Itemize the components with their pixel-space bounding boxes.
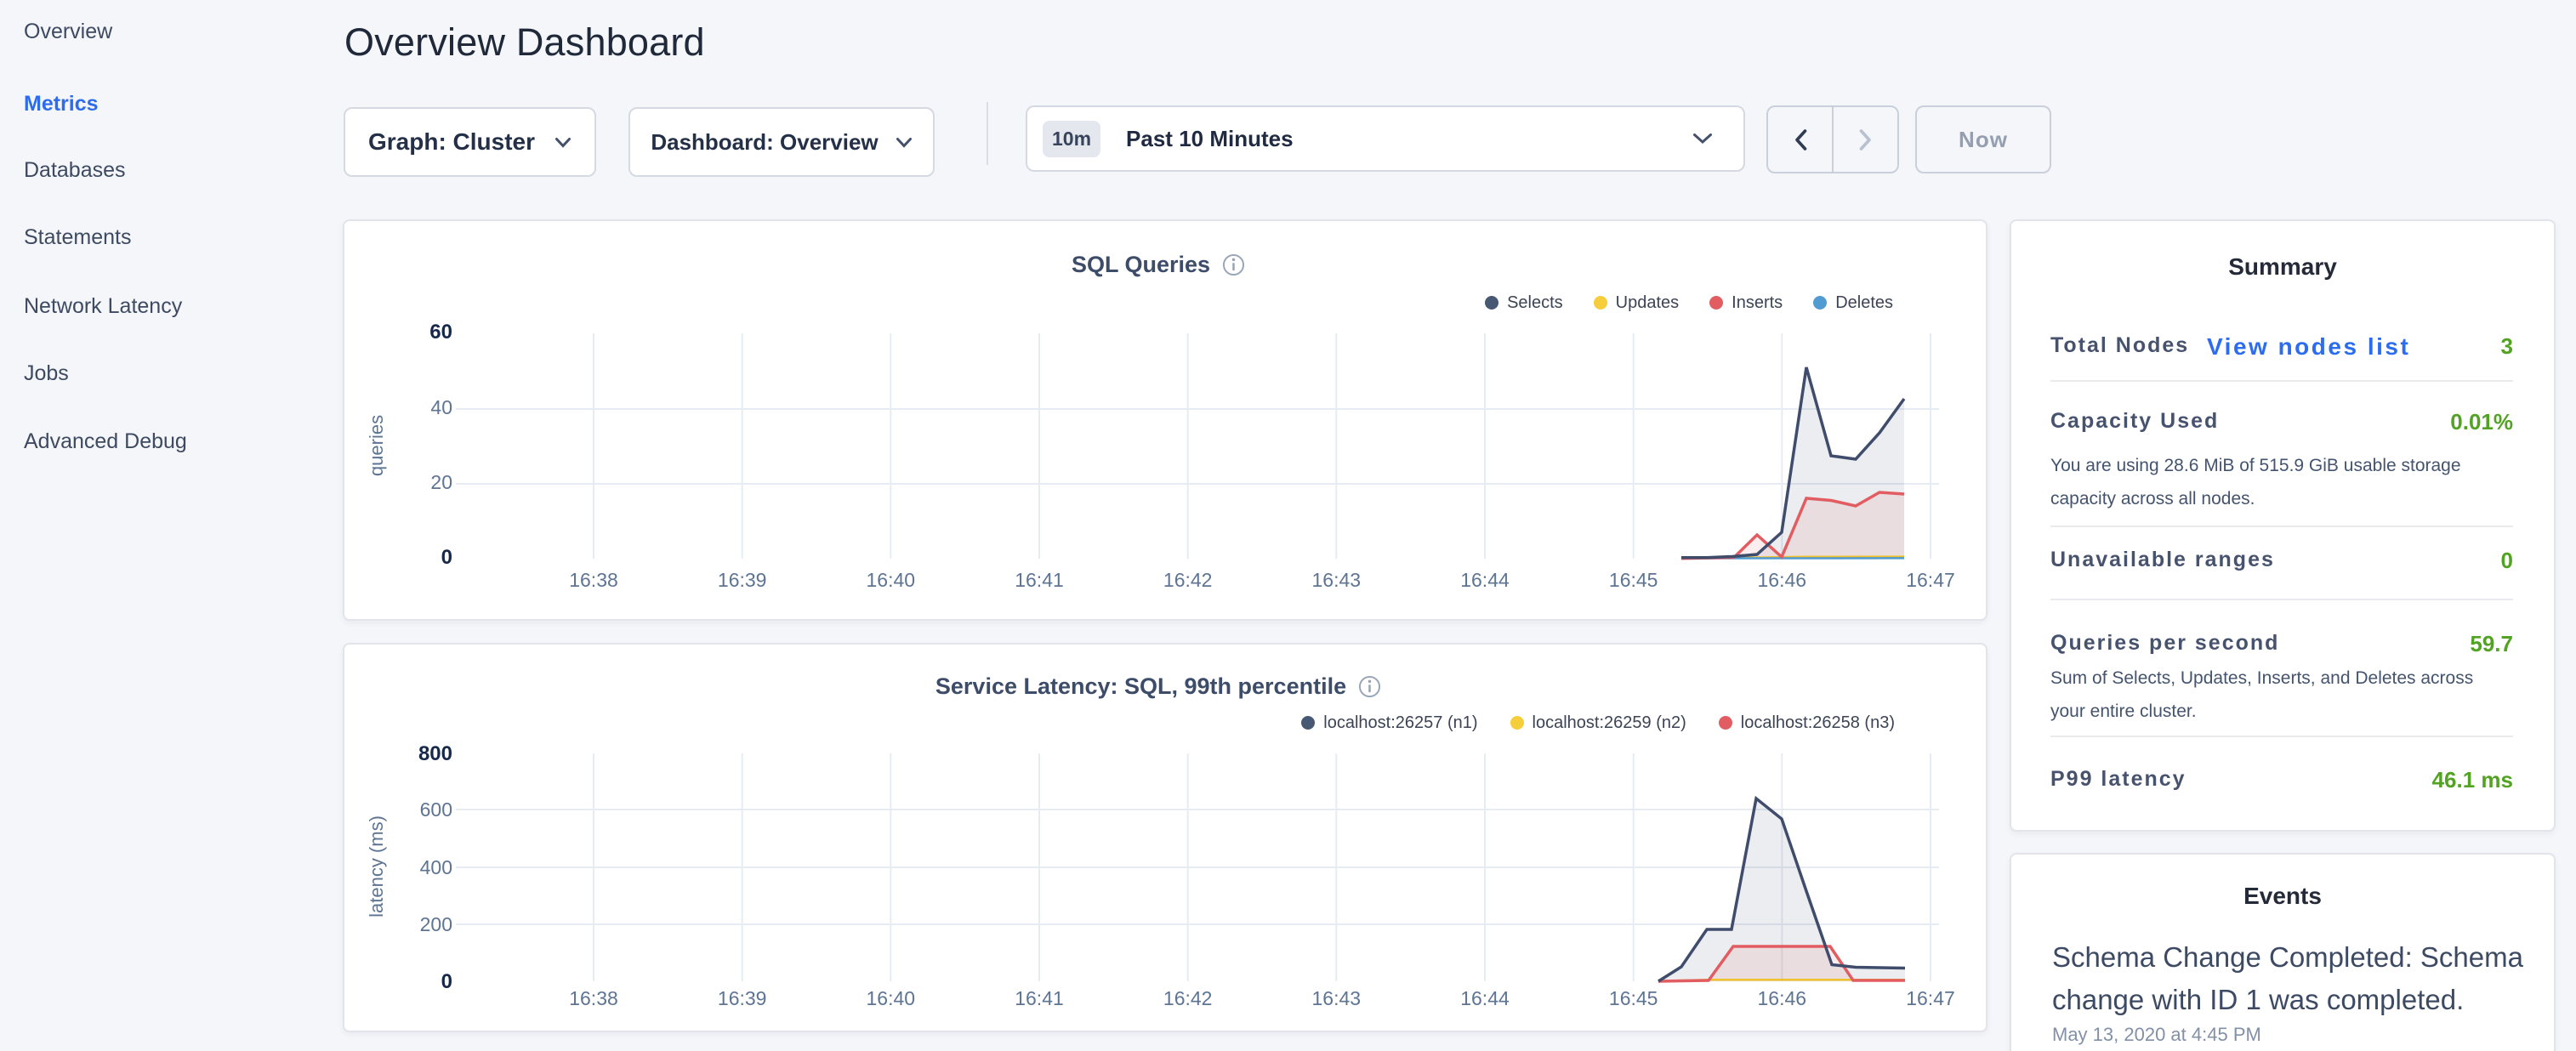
svg-text:16:41: 16:41 bbox=[1015, 987, 1064, 1009]
svg-text:0: 0 bbox=[441, 970, 452, 993]
svg-text:40: 40 bbox=[430, 396, 452, 418]
svg-text:200: 200 bbox=[420, 913, 452, 935]
svg-text:16:46: 16:46 bbox=[1758, 987, 1807, 1009]
svg-text:16:43: 16:43 bbox=[1312, 569, 1362, 591]
svg-text:16:38: 16:38 bbox=[569, 987, 618, 1009]
svg-text:800: 800 bbox=[418, 742, 452, 765]
svg-text:16:40: 16:40 bbox=[867, 987, 916, 1009]
svg-text:16:45: 16:45 bbox=[1609, 987, 1658, 1009]
svg-text:16:38: 16:38 bbox=[569, 569, 618, 591]
svg-text:16:44: 16:44 bbox=[1460, 569, 1510, 591]
svg-text:16:46: 16:46 bbox=[1758, 569, 1807, 591]
svg-text:16:42: 16:42 bbox=[1163, 569, 1213, 591]
svg-text:400: 400 bbox=[420, 856, 452, 878]
svg-text:16:47: 16:47 bbox=[1906, 569, 1955, 591]
svg-text:60: 60 bbox=[429, 321, 452, 344]
svg-text:16:41: 16:41 bbox=[1015, 569, 1064, 591]
svg-text:latency (ms): latency (ms) bbox=[366, 815, 387, 917]
svg-text:600: 600 bbox=[420, 798, 452, 821]
svg-text:16:40: 16:40 bbox=[867, 569, 916, 591]
svg-text:queries: queries bbox=[366, 415, 387, 476]
svg-text:16:39: 16:39 bbox=[718, 987, 767, 1009]
svg-text:16:43: 16:43 bbox=[1312, 987, 1362, 1009]
svg-text:0: 0 bbox=[441, 546, 452, 569]
svg-text:16:44: 16:44 bbox=[1460, 987, 1510, 1009]
svg-text:16:39: 16:39 bbox=[718, 569, 767, 591]
svg-text:16:47: 16:47 bbox=[1906, 987, 1955, 1009]
svg-text:16:45: 16:45 bbox=[1609, 569, 1658, 591]
svg-text:16:42: 16:42 bbox=[1163, 987, 1213, 1009]
svg-text:20: 20 bbox=[430, 471, 452, 493]
